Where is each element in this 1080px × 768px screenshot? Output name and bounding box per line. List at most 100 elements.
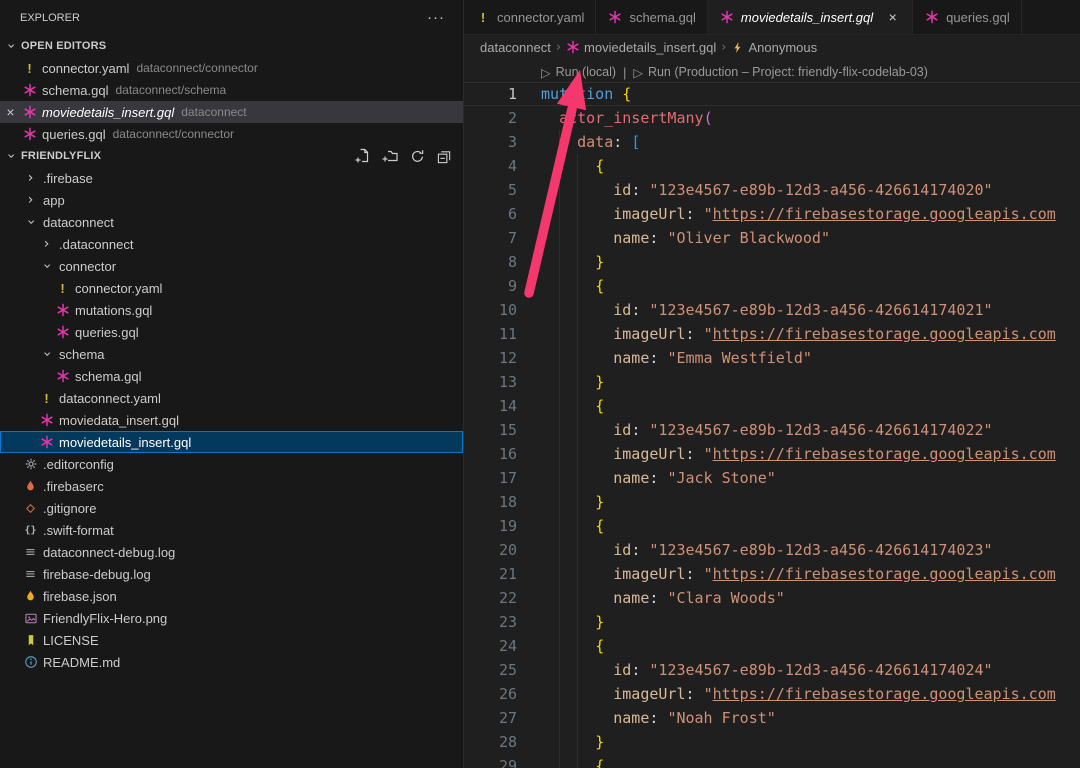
graphql-icon xyxy=(21,127,38,141)
code-line-20[interactable]: 20 id: "123e4567-e89b-12d3-a456-42661417… xyxy=(464,538,1080,562)
code-line-22[interactable]: 22 name: "Clara Woods" xyxy=(464,586,1080,610)
yaml-warn-icon: ! xyxy=(38,391,55,406)
run-local-link[interactable]: ▷Run (local) xyxy=(541,65,616,80)
line-number: 2 xyxy=(464,109,517,127)
tab-label: connector.yaml xyxy=(497,10,584,25)
code-line-12[interactable]: 12 name: "Emma Westfield" xyxy=(464,346,1080,370)
indent-guide xyxy=(577,154,578,768)
code-line-27[interactable]: 27 name: "Noah Frost" xyxy=(464,706,1080,730)
breadcrumb-label: Anonymous xyxy=(748,40,817,55)
run-production-link[interactable]: ▷Run (Production – Project: friendly-fli… xyxy=(633,65,928,80)
code-line-7[interactable]: 7 name: "Oliver Blackwood" xyxy=(464,226,1080,250)
tree-file-LICENSE[interactable]: LICENSE xyxy=(0,629,463,651)
code-line-14[interactable]: 14 { xyxy=(464,394,1080,418)
code-line-21[interactable]: 21 imageUrl: "https://firebasestorage.go… xyxy=(464,562,1080,586)
tree-file-moviedetails_insert.gql[interactable]: moviedetails_insert.gql xyxy=(0,431,463,453)
folder-section-header[interactable]: › FRIENDLYFLIX xyxy=(0,145,463,167)
code-line-13[interactable]: 13 } xyxy=(464,370,1080,394)
line-content: imageUrl: "https://firebasestorage.googl… xyxy=(517,325,1056,343)
tab-moviedetails_insert.gql[interactable]: moviedetails_insert.gql× xyxy=(708,0,913,34)
code-link[interactable]: https://firebasestorage.googleapis.com xyxy=(713,445,1056,463)
tree-item-label: .firebaserc xyxy=(43,479,104,494)
code-line-1[interactable]: 1mutation { xyxy=(464,82,1080,106)
code-line-2[interactable]: 2 actor_insertMany( xyxy=(464,106,1080,130)
tree-file-connector.yaml[interactable]: !connector.yaml xyxy=(0,277,463,299)
code-line-24[interactable]: 24 { xyxy=(464,634,1080,658)
code-line-23[interactable]: 23 } xyxy=(464,610,1080,634)
info-icon xyxy=(22,655,39,669)
tree-file-.firebaserc[interactable]: .firebaserc xyxy=(0,475,463,497)
code-line-18[interactable]: 18 } xyxy=(464,490,1080,514)
close-icon[interactable]: × xyxy=(0,104,21,120)
tree-folder-app[interactable]: ›app xyxy=(0,189,463,211)
code-line-8[interactable]: 8 } xyxy=(464,250,1080,274)
code-token: : xyxy=(631,541,649,559)
tree-file-schema.gql[interactable]: schema.gql xyxy=(0,365,463,387)
open-editors-header[interactable]: › OPEN EDITORS xyxy=(0,35,463,57)
new-folder-icon[interactable] xyxy=(381,147,399,165)
code-line-17[interactable]: 17 name: "Jack Stone" xyxy=(464,466,1080,490)
tree-file-moviedata_insert.gql[interactable]: moviedata_insert.gql xyxy=(0,409,463,431)
code-line-11[interactable]: 11 imageUrl: "https://firebasestorage.go… xyxy=(464,322,1080,346)
tree-file-firebase-debug.log[interactable]: ≡firebase-debug.log xyxy=(0,563,463,585)
code-line-29[interactable]: 29 { xyxy=(464,754,1080,768)
tab-schema.gql[interactable]: schema.gql xyxy=(596,0,707,34)
code-link[interactable]: https://firebasestorage.googleapis.com xyxy=(713,565,1056,583)
code-line-6[interactable]: 6 imageUrl: "https://firebasestorage.goo… xyxy=(464,202,1080,226)
tree-folder-connector[interactable]: ›connector xyxy=(0,255,463,277)
refresh-icon[interactable] xyxy=(408,147,426,165)
tree-file-dataconnect-debug.log[interactable]: ≡dataconnect-debug.log xyxy=(0,541,463,563)
more-actions-icon[interactable]: ··· xyxy=(427,9,445,26)
code-line-19[interactable]: 19 { xyxy=(464,514,1080,538)
code-line-16[interactable]: 16 imageUrl: "https://firebasestorage.go… xyxy=(464,442,1080,466)
tree-file-FriendlyFlix-Hero.png[interactable]: FriendlyFlix-Hero.png xyxy=(0,607,463,629)
code-line-25[interactable]: 25 id: "123e4567-e89b-12d3-a456-42661417… xyxy=(464,658,1080,682)
code-line-10[interactable]: 10 id: "123e4567-e89b-12d3-a456-42661417… xyxy=(464,298,1080,322)
chevron-down-icon: › xyxy=(40,258,54,274)
collapse-all-icon[interactable] xyxy=(435,147,453,165)
code-line-15[interactable]: 15 id: "123e4567-e89b-12d3-a456-42661417… xyxy=(464,418,1080,442)
code-line-26[interactable]: 26 imageUrl: "https://firebasestorage.go… xyxy=(464,682,1080,706)
tree-folder-dataconnect[interactable]: ›dataconnect xyxy=(0,211,463,233)
code-link[interactable]: https://firebasestorage.googleapis.com xyxy=(713,685,1056,703)
code-link[interactable]: https://firebasestorage.googleapis.com xyxy=(713,205,1056,223)
tree-file-mutations.gql[interactable]: mutations.gql xyxy=(0,299,463,321)
open-editor-item[interactable]: ×moviedetails_insert.gqldataconnect xyxy=(0,101,463,123)
tree-folder-.firebase[interactable]: ›.firebase xyxy=(0,167,463,189)
tree-file-.editorconfig[interactable]: .editorconfig xyxy=(0,453,463,475)
tree-folder-.dataconnect[interactable]: ›.dataconnect xyxy=(0,233,463,255)
tree-file-dataconnect.yaml[interactable]: !dataconnect.yaml xyxy=(0,387,463,409)
run-icon: ▷ xyxy=(633,65,643,80)
tree-file-queries.gql[interactable]: queries.gql xyxy=(0,321,463,343)
code-token: id xyxy=(613,661,631,679)
tree-folder-schema[interactable]: ›schema xyxy=(0,343,463,365)
tree-file-README.md[interactable]: README.md xyxy=(0,651,463,673)
open-editor-item[interactable]: schema.gqldataconnect/schema xyxy=(0,79,463,101)
breadcrumb-item-moviedetails_insert.gql[interactable]: moviedetails_insert.gql xyxy=(566,40,716,55)
tab-connector.yaml[interactable]: !connector.yaml xyxy=(464,0,596,34)
code-line-28[interactable]: 28 } xyxy=(464,730,1080,754)
code-link[interactable]: https://firebasestorage.googleapis.com xyxy=(713,325,1056,343)
line-number: 18 xyxy=(464,493,517,511)
tree-file-firebase.json[interactable]: firebase.json xyxy=(0,585,463,607)
tree-file-.gitignore[interactable]: .gitignore xyxy=(0,497,463,519)
code-line-5[interactable]: 5 id: "123e4567-e89b-12d3-a456-426614174… xyxy=(464,178,1080,202)
breadcrumb-item-dataconnect[interactable]: dataconnect xyxy=(480,40,551,55)
line-number: 23 xyxy=(464,613,517,631)
tree-file-.swift-format[interactable]: {}.swift-format xyxy=(0,519,463,541)
breadcrumb-item-Anonymous[interactable]: Anonymous xyxy=(731,40,817,55)
close-icon[interactable]: × xyxy=(884,9,901,25)
code-line-3[interactable]: 3 data: [ xyxy=(464,130,1080,154)
open-editor-item[interactable]: queries.gqldataconnect/connector xyxy=(0,123,463,145)
code-line-9[interactable]: 9 { xyxy=(464,274,1080,298)
code-token: { xyxy=(595,277,604,295)
code-token: "Emma Westfield" xyxy=(667,349,812,367)
code-token: : xyxy=(649,349,667,367)
open-editor-item[interactable]: !connector.yamldataconnect/connector xyxy=(0,57,463,79)
code-token: name xyxy=(613,469,649,487)
code-line-4[interactable]: 4 { xyxy=(464,154,1080,178)
vscode-window: EXPLORER ··· › OPEN EDITORS !connector.y… xyxy=(0,0,1080,768)
new-file-icon[interactable] xyxy=(354,147,372,165)
tab-queries.gql[interactable]: queries.gql xyxy=(913,0,1022,34)
code-editor[interactable]: ▷Run (local) | ▷Run (Production – Projec… xyxy=(464,59,1080,768)
